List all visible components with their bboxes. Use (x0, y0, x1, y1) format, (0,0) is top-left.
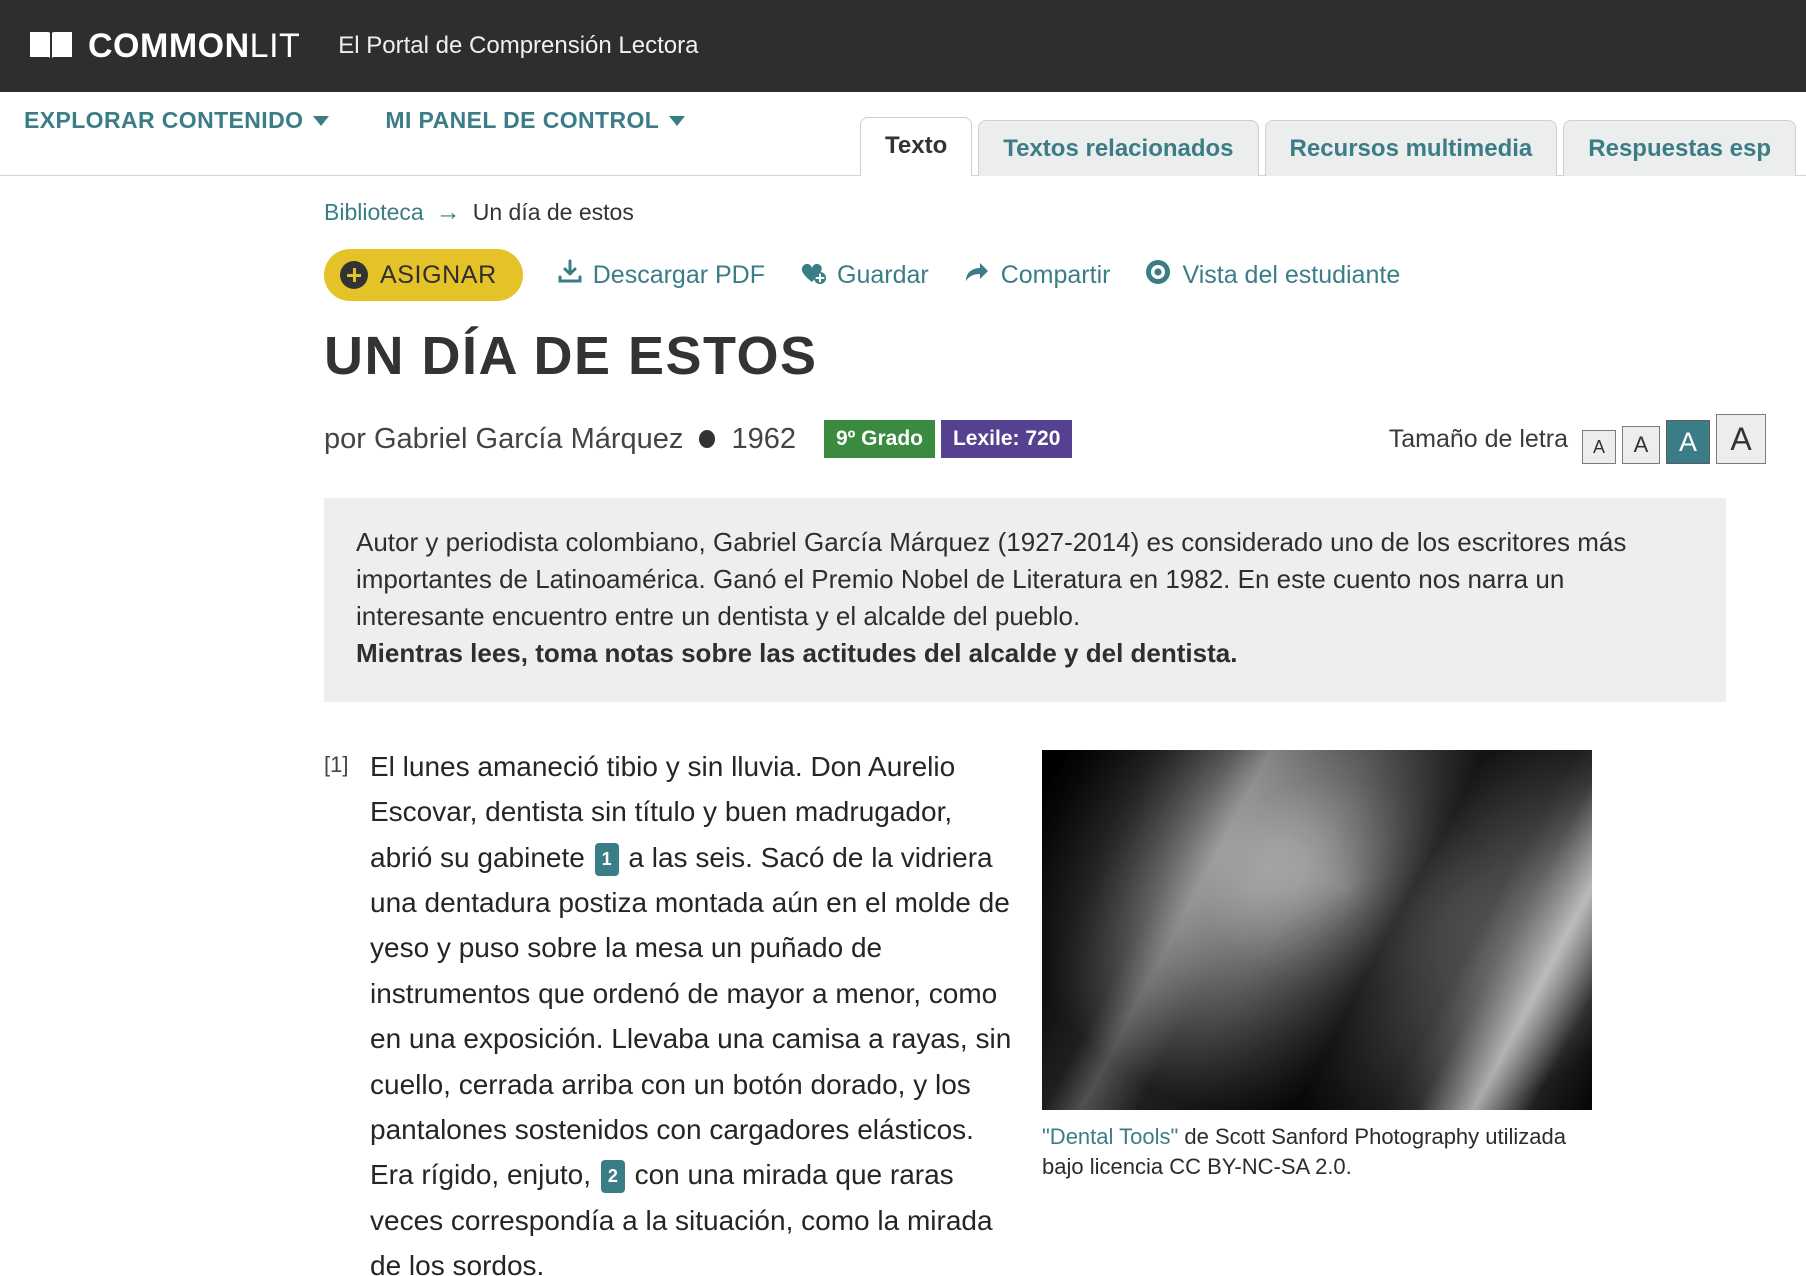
share-arrow-icon (963, 260, 991, 291)
student-view-label: Vista del estudiante (1182, 260, 1401, 289)
tab-respuestas-especificas[interactable]: Respuestas esp (1563, 120, 1797, 176)
paragraph-segment: a las seis. Sacó de la vidriera una dent… (370, 841, 1012, 1191)
tab-texto[interactable]: Texto (860, 117, 973, 176)
lexile-badge: Lexile: 720 (940, 420, 1073, 459)
font-size-option-2[interactable]: A (1622, 426, 1660, 465)
brand-common: COMMON (88, 27, 250, 65)
nav-panel-label: MI PANEL DE CONTROL (385, 107, 660, 133)
assign-button-label: ASIGNAR (380, 260, 497, 289)
download-icon (557, 259, 583, 292)
font-size-buttons: A A A A (1582, 414, 1766, 465)
footnote-marker-2[interactable]: 2 (600, 1160, 625, 1194)
article-intro-box: Autor y periodista colombiano, Gabriel G… (324, 498, 1726, 703)
dental-tools-photo (1042, 750, 1592, 1111)
byline: por Gabriel García Márquez 1962 (324, 423, 796, 456)
tab-textos-relacionados[interactable]: Textos relacionados (978, 120, 1259, 176)
footnote-marker-1[interactable]: 1 (594, 842, 619, 876)
main-nav: EXPLORAR CONTENIDO MI PANEL DE CONTROL T… (0, 92, 1806, 176)
article-body: [1] El lunes amaneció tibio y sin lluvia… (324, 744, 1766, 1276)
grade-badge: 9º Grado (823, 420, 935, 459)
font-size-option-4[interactable]: A (1716, 414, 1766, 465)
chevron-down-icon (669, 115, 686, 126)
download-pdf-button[interactable]: Descargar PDF (557, 259, 765, 292)
site-tagline: El Portal de Comprensión Lectora (338, 32, 699, 59)
logo[interactable]: COMMONLIT (28, 28, 300, 64)
font-size-control: Tamaño de letra A A A A (1388, 414, 1766, 465)
nav-mi-panel-de-control[interactable]: MI PANEL DE CONTROL (385, 107, 686, 134)
paragraph-1: [1] El lunes amaneció tibio y sin lluvia… (324, 744, 1014, 1276)
save-label: Guardar (837, 260, 929, 289)
share-label: Compartir (1000, 260, 1111, 289)
eye-icon (1144, 258, 1172, 293)
save-button[interactable]: Guardar (799, 259, 929, 292)
brand-lit: LIT (249, 27, 301, 65)
publication-year: 1962 (731, 422, 796, 455)
article-meta: por Gabriel García Márquez 1962 9º Grado… (324, 414, 1766, 465)
font-size-label: Tamaño de letra (1388, 424, 1568, 453)
page-title: UN DÍA DE ESTOS (324, 326, 818, 386)
font-size-option-1[interactable]: A (1582, 430, 1616, 465)
brand-text: COMMONLIT (88, 29, 300, 63)
image-caption-link[interactable]: "Dental Tools" (1042, 1124, 1178, 1149)
content-tabs: Texto Textos relacionados Recursos multi… (860, 117, 1797, 176)
nav-explorar-contenido[interactable]: EXPLORAR CONTENIDO (24, 107, 330, 134)
page-content: Biblioteca → Un día de estos ASIGNAR Des… (0, 176, 1806, 1276)
image-caption: "Dental Tools" de Scott Sanford Photogra… (1042, 1122, 1592, 1181)
assign-button[interactable]: ASIGNAR (324, 249, 523, 301)
paragraph-number: [1] (324, 752, 349, 778)
breadcrumb-current: Un día de estos (472, 199, 634, 225)
author-name: por Gabriel García Márquez (324, 422, 684, 455)
nav-explorar-label: EXPLORAR CONTENIDO (24, 107, 304, 133)
chevron-down-icon (313, 115, 330, 126)
text-column: [1] El lunes amaneció tibio y sin lluvia… (324, 744, 1014, 1276)
student-view-button[interactable]: Vista del estudiante (1144, 258, 1400, 293)
tab-recursos-multimedia[interactable]: Recursos multimedia (1264, 120, 1558, 176)
action-toolbar: ASIGNAR Descargar PDF Guardar Compartir … (324, 249, 1766, 301)
badges: 9º Grado Lexile: 720 (823, 420, 1073, 459)
breadcrumb-biblioteca[interactable]: Biblioteca (324, 199, 424, 226)
intro-instruction: Mientras lees, toma notas sobre las acti… (356, 638, 1238, 669)
heart-plus-icon (799, 259, 827, 292)
share-button[interactable]: Compartir (963, 260, 1111, 291)
paragraph-text: El lunes amaneció tibio y sin lluvia. Do… (370, 744, 1014, 1276)
open-book-icon (28, 28, 74, 64)
media-column: "Dental Tools" de Scott Sanford Photogra… (1042, 744, 1766, 1276)
site-header: COMMONLIT El Portal de Comprensión Lecto… (0, 0, 1806, 92)
download-pdf-label: Descargar PDF (592, 260, 765, 289)
intro-description: Autor y periodista colombiano, Gabriel G… (356, 527, 1627, 632)
breadcrumb-arrow-icon: → (435, 198, 461, 226)
plus-circle-icon (340, 261, 368, 289)
breadcrumb: Biblioteca → Un día de estos (324, 198, 1766, 227)
separator-dot-icon (699, 430, 716, 449)
font-size-option-3[interactable]: A (1666, 420, 1710, 465)
